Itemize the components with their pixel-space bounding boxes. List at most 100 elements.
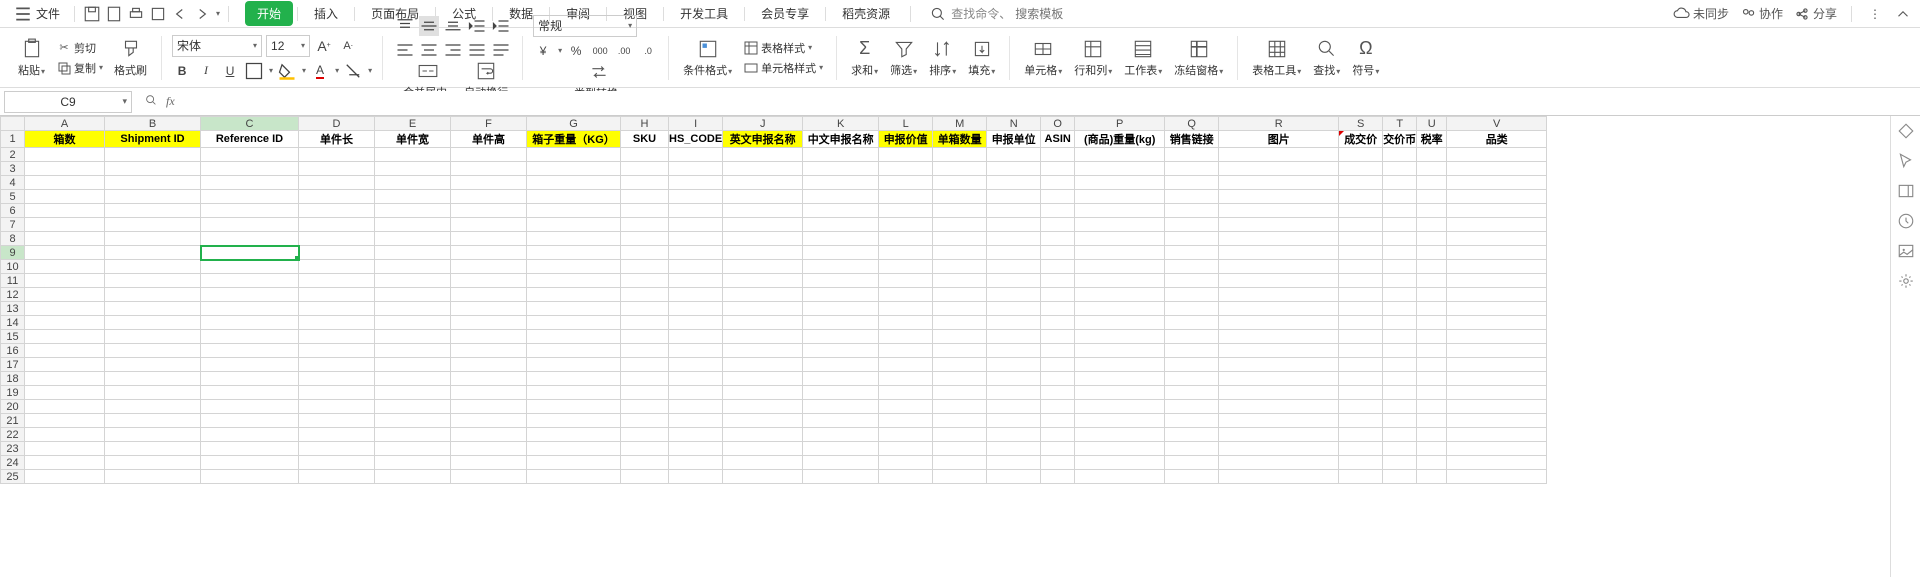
col-header-L[interactable]: L [879,117,933,131]
cell-J3[interactable] [723,162,803,176]
header-cell[interactable]: 单箱数量 [933,131,987,148]
cell-H10[interactable] [621,260,669,274]
cell-V10[interactable] [1447,260,1547,274]
cell-B20[interactable] [105,400,201,414]
cell-T13[interactable] [1383,302,1417,316]
cell-V18[interactable] [1447,372,1547,386]
cell-T9[interactable] [1383,246,1417,260]
cell-G21[interactable] [527,414,621,428]
cell-O25[interactable] [1041,470,1075,484]
cell-N6[interactable] [987,204,1041,218]
col-header-Q[interactable]: Q [1165,117,1219,131]
cell-E17[interactable] [375,358,451,372]
font-name-select[interactable]: 宋体▾ [172,35,262,57]
cell-B8[interactable] [105,232,201,246]
col-header-C[interactable]: C [201,117,299,131]
cell-P16[interactable] [1075,344,1165,358]
collab-button[interactable]: 协作 [1739,5,1783,23]
cell-E14[interactable] [375,316,451,330]
cell-E6[interactable] [375,204,451,218]
cell-Q13[interactable] [1165,302,1219,316]
cell-Q21[interactable] [1165,414,1219,428]
header-cell[interactable]: (商品)重量(kg) [1075,131,1165,148]
cell-U18[interactable] [1417,372,1447,386]
qat-dropdown-icon[interactable]: ▾ [216,9,220,18]
tab-稻壳资源[interactable]: 稻壳资源 [830,1,902,26]
col-header-P[interactable]: P [1075,117,1165,131]
cell-J7[interactable] [723,218,803,232]
cell-M10[interactable] [933,260,987,274]
cell-Q12[interactable] [1165,288,1219,302]
sync-status[interactable]: 未同步 [1673,5,1729,23]
cell-F15[interactable] [451,330,527,344]
cell-D21[interactable] [299,414,375,428]
cell-T4[interactable] [1383,176,1417,190]
cell-N20[interactable] [987,400,1041,414]
cell-U16[interactable] [1417,344,1447,358]
cell-R14[interactable] [1219,316,1339,330]
header-cell[interactable]: 箱数 [25,131,105,148]
table-style-button[interactable]: 表格样式▾ [740,39,826,57]
cell-P22[interactable] [1075,428,1165,442]
cell-D20[interactable] [299,400,375,414]
cell-G18[interactable] [527,372,621,386]
cell-F23[interactable] [451,442,527,456]
cell-V4[interactable] [1447,176,1547,190]
cell-N23[interactable] [987,442,1041,456]
cell-T10[interactable] [1383,260,1417,274]
header-cell[interactable]: HS_CODE [669,131,723,148]
cell-K2[interactable] [803,148,879,162]
cell-M9[interactable] [933,246,987,260]
cell-U12[interactable] [1417,288,1447,302]
cell-C7[interactable] [201,218,299,232]
cell-L21[interactable] [879,414,933,428]
cell-Q16[interactable] [1165,344,1219,358]
cell-D8[interactable] [299,232,375,246]
cell-M17[interactable] [933,358,987,372]
cell-F24[interactable] [451,456,527,470]
cell-L15[interactable] [879,330,933,344]
cell-K12[interactable] [803,288,879,302]
cell-N5[interactable] [987,190,1041,204]
cell-S19[interactable] [1339,386,1383,400]
cell-J15[interactable] [723,330,803,344]
header-cell[interactable]: Shipment ID [105,131,201,148]
cell-M24[interactable] [933,456,987,470]
cell-C14[interactable] [201,316,299,330]
header-cell[interactable]: 申报单位 [987,131,1041,148]
bold-button[interactable]: B [172,61,192,81]
cell-T25[interactable] [1383,470,1417,484]
cell-K10[interactable] [803,260,879,274]
cell-A19[interactable] [25,386,105,400]
cell-B3[interactable] [105,162,201,176]
cell-C12[interactable] [201,288,299,302]
cell-M5[interactable] [933,190,987,204]
cell-C8[interactable] [201,232,299,246]
col-header-T[interactable]: T [1383,117,1417,131]
cell-H14[interactable] [621,316,669,330]
cell-V7[interactable] [1447,218,1547,232]
cell-S10[interactable] [1339,260,1383,274]
cell-N19[interactable] [987,386,1041,400]
cell-N3[interactable] [987,162,1041,176]
diamond-icon[interactable] [1897,122,1915,140]
cell-P25[interactable] [1075,470,1165,484]
cell-U7[interactable] [1417,218,1447,232]
cell-D5[interactable] [299,190,375,204]
border-button[interactable] [244,61,264,81]
row-header-2[interactable]: 2 [1,148,25,162]
cell-G9[interactable] [527,246,621,260]
select-all-corner[interactable] [1,117,25,131]
col-header-G[interactable]: G [527,117,621,131]
cell-S20[interactable] [1339,400,1383,414]
cell-N7[interactable] [987,218,1041,232]
cell-D19[interactable] [299,386,375,400]
cell-E20[interactable] [375,400,451,414]
cell-C2[interactable] [201,148,299,162]
col-header-B[interactable]: B [105,117,201,131]
header-cell[interactable]: 中文申报名称 [803,131,879,148]
cell-B17[interactable] [105,358,201,372]
cell-T11[interactable] [1383,274,1417,288]
col-header-E[interactable]: E [375,117,451,131]
cell-R23[interactable] [1219,442,1339,456]
